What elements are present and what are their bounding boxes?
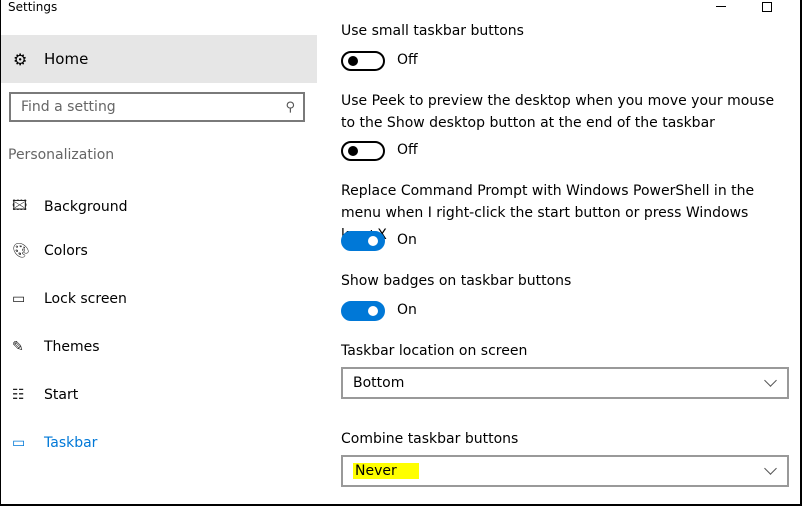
toggle-state: Off [397, 52, 418, 68]
nav-label: Themes [44, 339, 100, 355]
toggle-state: On [397, 302, 417, 318]
chevron-down-icon [764, 374, 777, 387]
sidebar-item-background[interactable]: 🖾 Background [12, 195, 128, 219]
home-label: Home [44, 50, 89, 68]
nav-label: Background [44, 199, 128, 215]
sidebar-item-start[interactable]: ☷ Start [12, 387, 78, 403]
combine-label: Combine taskbar buttons [341, 431, 519, 447]
start-icon: ☷ [12, 387, 25, 403]
dropdown-value: Never [353, 463, 419, 479]
lock-screen-icon: ▭ [12, 291, 26, 307]
dropdown-value: Bottom [353, 375, 405, 391]
themes-icon: ✎ [12, 339, 24, 355]
maximize-button[interactable] [762, 2, 772, 12]
sidebar-item-themes[interactable]: ✎ Themes [12, 339, 100, 355]
chevron-down-icon [764, 462, 777, 475]
toggle-state: On [397, 232, 417, 248]
setting-label: Use small taskbar buttons [341, 23, 524, 39]
window-title: Settings [8, 0, 58, 14]
nav-label: Start [44, 387, 79, 403]
badges-toggle[interactable] [341, 301, 385, 321]
section-heading: Personalization [8, 147, 115, 163]
location-label: Taskbar location on screen [341, 343, 528, 359]
sidebar-item-colors[interactable]: 🎨︎ Colors [12, 243, 88, 259]
peek-toggle[interactable] [341, 141, 385, 161]
setting-label: Use Peek to preview the desktop when you… [341, 93, 775, 131]
search-input[interactable]: Find a setting ⚲ [9, 92, 305, 122]
picture-icon: 🖾 [12, 198, 28, 214]
palette-icon: 🎨︎ [12, 243, 30, 259]
sidebar-item-taskbar[interactable]: ▭ Taskbar [12, 435, 97, 451]
sidebar-item-lock-screen[interactable]: ▭ Lock screen [12, 291, 127, 307]
nav-label: Colors [44, 243, 88, 259]
sidebar-home[interactable]: ⚙ Home [1, 35, 317, 83]
combine-buttons-dropdown[interactable]: Never [341, 455, 789, 487]
search-icon[interactable]: ⚲ [285, 100, 295, 115]
search-placeholder: Find a setting [21, 99, 116, 115]
taskbar-location-dropdown[interactable]: Bottom [341, 367, 789, 399]
gear-icon: ⚙ [13, 49, 28, 69]
taskbar-icon: ▭ [12, 435, 26, 451]
powershell-toggle[interactable] [341, 231, 385, 251]
small-buttons-toggle[interactable] [341, 51, 385, 71]
setting-label: Show badges on taskbar buttons [341, 273, 572, 289]
minimize-button[interactable] [716, 6, 726, 7]
toggle-state: Off [397, 142, 418, 158]
nav-label: Lock screen [44, 291, 127, 307]
nav-label: Taskbar [44, 435, 98, 451]
